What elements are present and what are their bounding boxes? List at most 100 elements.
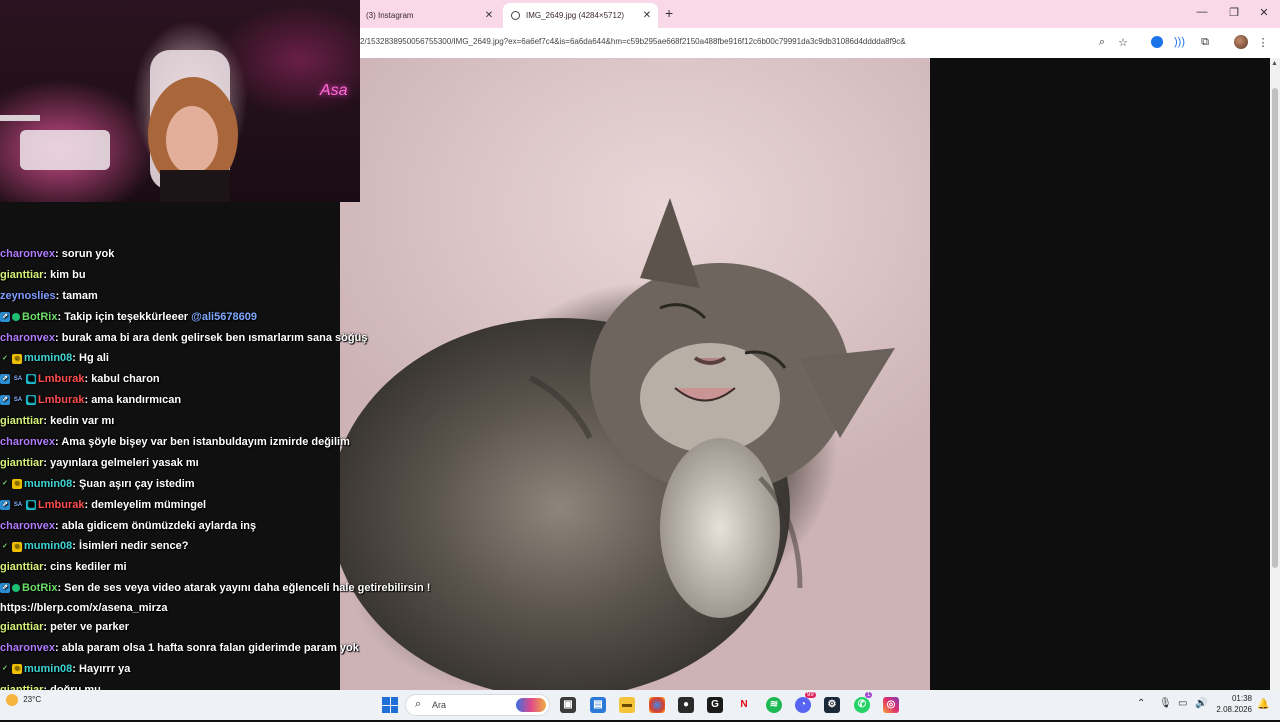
chat-mention[interactable]: @ali5678609 <box>191 311 257 323</box>
extension-icon[interactable] <box>1151 36 1163 48</box>
weather-widget[interactable]: 23°C <box>6 694 41 706</box>
scrollbar-thumb[interactable] <box>1272 88 1278 568</box>
chat-username[interactable]: mumin08 <box>24 352 72 364</box>
chat-username[interactable]: mumin08 <box>24 540 72 552</box>
tab-title: IMG_2649.jpg (4284×5712) <box>526 11 625 20</box>
instagram-icon[interactable]: ◎ <box>883 697 899 713</box>
store-icon[interactable]: ▤ <box>590 697 606 713</box>
whatsapp-badge: 1 <box>865 692 873 698</box>
chat-username[interactable]: mumin08 <box>24 663 72 675</box>
network-icon[interactable]: ▭ <box>1178 698 1187 709</box>
check-badge-icon: ✓ <box>2 479 8 487</box>
chat-username[interactable]: charonvex <box>0 520 55 532</box>
chat-message: gianttiar: cins kediler mi <box>0 557 460 578</box>
whatsapp-icon[interactable]: ✆ <box>854 697 870 713</box>
chat-username[interactable]: Lmburak <box>38 394 84 406</box>
file-explorer-icon[interactable]: ▬ <box>619 697 635 713</box>
scroll-up-icon[interactable]: ▲ <box>1271 60 1278 67</box>
chat-message: zeynoslies: tamam <box>0 286 460 307</box>
tray-chevron-icon[interactable]: ⌃ <box>1137 698 1145 709</box>
chat-text: : Sen de ses veya video atarak yayını da… <box>57 582 431 595</box>
close-tab-icon[interactable]: ✕ <box>640 10 654 21</box>
chat-text: : Takip için teşekkürleeer <box>57 310 192 323</box>
chat-username[interactable]: gianttiar <box>0 457 43 469</box>
app-g-icon[interactable]: G <box>707 697 723 713</box>
profile-avatar[interactable] <box>1234 35 1248 49</box>
search-highlight-icon <box>516 698 546 712</box>
tab-instagram[interactable]: (3) Instagram ✕ <box>360 3 500 28</box>
restore-icon[interactable]: ❐ <box>1222 6 1246 19</box>
weather-sun-icon <box>6 694 18 706</box>
chat-text: : abla gidicem önümüzdeki aylarda inş <box>55 519 257 532</box>
search-placeholder: Ara <box>432 700 447 710</box>
notification-bell-icon[interactable]: 🔔 <box>1257 699 1269 710</box>
chat-username[interactable]: gianttiar <box>0 269 43 281</box>
tab-title: (3) Instagram <box>366 11 414 20</box>
chat-username[interactable]: Lmburak <box>38 373 84 385</box>
close-window-icon[interactable]: ✕ <box>1252 6 1276 19</box>
menu-kebab-icon[interactable]: ⋮ <box>1256 36 1270 49</box>
chat-username[interactable]: charonvex <box>0 248 55 260</box>
chat-username[interactable]: BotRix <box>22 311 57 323</box>
chat-message: charonvex: burak ama bi ara denk gelirse… <box>0 328 460 349</box>
vertical-scrollbar[interactable]: ▲ <box>1270 58 1280 690</box>
sa-badge-icon: SA <box>13 376 23 383</box>
minimize-icon[interactable]: — <box>1190 6 1214 18</box>
discord-badge: 99 <box>805 692 816 698</box>
chat-username[interactable]: gianttiar <box>0 561 43 573</box>
taskbar-search[interactable]: ⌕ Ara <box>405 694 550 716</box>
chat-message: ✓ ☺ mumin08: Hayırrr ya <box>0 659 460 680</box>
extension-audio-icon[interactable]: ))) <box>1174 36 1185 48</box>
address-bar[interactable]: 2/1532838950056755300/IMG_2649.jpg?ex=6a… <box>360 28 1280 58</box>
subscriber-badge-icon: ☺ <box>12 478 22 489</box>
sa-badge-icon: SA <box>13 501 23 508</box>
chat-username[interactable]: charonvex <box>0 642 55 654</box>
image-viewer: ▲ <box>340 58 1280 690</box>
steam-icon[interactable]: ⚙ <box>824 697 840 713</box>
chat-text: : cins kediler mi <box>43 561 127 574</box>
chat-text: : kedin var mı <box>43 415 115 428</box>
chat-text: https://blerp.com/x/asena_mirza <box>0 602 168 615</box>
url-text[interactable]: 2/1532838950056755300/IMG_2649.jpg?ex=6a… <box>360 37 906 46</box>
zoom-icon[interactable]: ⌕ <box>1095 36 1109 49</box>
chat-message: gianttiar: yayınlara gelmeleri yasak mı <box>0 453 460 474</box>
discord-icon[interactable]: ◔ <box>795 697 811 713</box>
chat-username[interactable]: mumin08 <box>24 478 72 490</box>
subscriber-badge-icon: ☺ <box>12 664 22 675</box>
microphone-icon[interactable]: 🎙 <box>1159 698 1172 709</box>
chat-message: ⇗ BotRix: Takip için teşekkürleeer @ali56… <box>0 307 460 328</box>
netflix-icon[interactable]: N <box>736 697 752 713</box>
weather-temp: 23°C <box>23 695 42 705</box>
chat-username[interactable]: charonvex <box>0 436 55 448</box>
chat-text: : İsimleri nedir sence? <box>72 540 189 553</box>
chat-text: : Şuan aşırı çay istedim <box>72 477 195 490</box>
bookmark-star-icon[interactable]: ☆ <box>1116 36 1130 49</box>
tab-image[interactable]: IMG_2649.jpg (4284×5712) ✕ <box>503 3 658 28</box>
chat-username[interactable]: charonvex <box>0 332 55 344</box>
spotify-icon[interactable]: ≋ <box>766 697 782 713</box>
chrome-icon[interactable] <box>649 697 665 713</box>
gift-badge-icon: ▣ <box>26 499 36 510</box>
chat-username[interactable]: gianttiar <box>0 415 43 427</box>
chat-text: : Hg ali <box>72 352 109 365</box>
tab-strip: (3) Instagram ✕ IMG_2649.jpg (4284×5712)… <box>360 0 1280 28</box>
start-button[interactable] <box>382 697 398 713</box>
chat-username[interactable]: Lmburak <box>38 499 84 511</box>
globe-icon <box>511 11 520 20</box>
subscriber-badge-icon: ☺ <box>12 353 22 364</box>
task-view-icon[interactable]: ▣ <box>560 697 576 713</box>
chat-message: ✓ ☺ mumin08: Hg ali <box>0 348 460 369</box>
chat-message: charonvex: Ama şöyle bişey var ben istan… <box>0 432 460 453</box>
extensions-puzzle-icon[interactable]: ⧉ <box>1198 36 1212 49</box>
volume-icon[interactable]: 🔊 <box>1195 698 1207 709</box>
chat-username[interactable]: zeynoslies <box>0 290 56 302</box>
chat-username[interactable]: BotRix <box>22 582 57 594</box>
chat-message: https://blerp.com/x/asena_mirza <box>0 599 460 617</box>
system-clock[interactable]: 01:38 2.08.2026 <box>1216 693 1252 715</box>
chat-text: : kim bu <box>43 268 86 281</box>
new-tab-button[interactable]: + <box>665 5 673 21</box>
chat-username[interactable]: gianttiar <box>0 621 43 633</box>
close-tab-icon[interactable]: ✕ <box>482 10 496 21</box>
partner-badge-icon: ⇗ <box>0 311 10 322</box>
obs-icon[interactable]: ● <box>678 697 694 713</box>
